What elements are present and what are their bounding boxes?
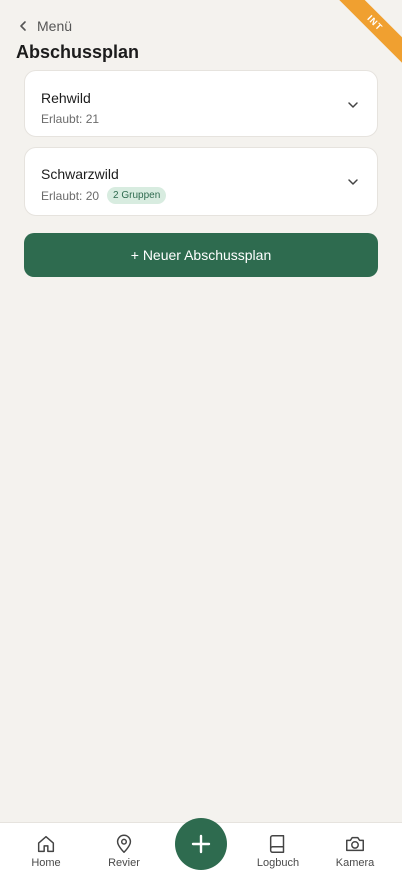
plan-allowed-row: Erlaubt: 21	[41, 112, 99, 126]
nav-kamera[interactable]: Kamera	[325, 833, 385, 869]
add-fab-button[interactable]	[175, 818, 227, 870]
book-icon	[269, 835, 285, 853]
chevron-left-icon	[20, 21, 26, 31]
plan-allowed-row: Erlaubt: 20 2 Gruppen	[41, 187, 167, 204]
camera-icon	[346, 836, 364, 852]
new-plan-button[interactable]: + Neuer Abschussplan	[24, 233, 378, 277]
back-label: Menü	[37, 18, 73, 34]
plan-name: Schwarzwild	[41, 166, 119, 182]
nav-home[interactable]: Home	[16, 833, 76, 869]
page: INT Menü Abschussplan Rehwild Erlaubt: 2…	[0, 0, 402, 874]
plan-allowed: Erlaubt: 20	[41, 188, 100, 203]
plan-allowed: Erlaubt: 21	[41, 112, 100, 126]
nav-kamera-label: Kamera	[335, 857, 375, 869]
plan-card-rehwild[interactable]: Rehwild Erlaubt: 21	[24, 70, 378, 137]
environment-ribbon: INT	[332, 0, 402, 70]
map-pin-icon	[116, 834, 132, 853]
groups-badge: 2 Gruppen	[107, 187, 167, 204]
plan-card-schwarzwild[interactable]: Schwarzwild Erlaubt: 20 2 Gruppen	[24, 147, 378, 216]
plan-name: Rehwild	[41, 90, 91, 106]
nav-revier-label: Revier	[108, 857, 140, 869]
ribbon-label: INT	[332, 0, 402, 69]
nav-logbuch[interactable]: Logbuch	[248, 833, 308, 869]
nav-home-label: Home	[31, 857, 61, 869]
plus-icon	[191, 834, 211, 854]
home-icon	[37, 835, 55, 853]
back-button[interactable]: Menü	[17, 17, 72, 35]
nav-logbuch-label: Logbuch	[256, 857, 300, 869]
chevron-down-icon[interactable]	[347, 176, 359, 188]
nav-revier[interactable]: Revier	[94, 833, 154, 869]
chevron-down-icon[interactable]	[347, 99, 359, 111]
page-title: Abschussplan	[16, 42, 140, 62]
